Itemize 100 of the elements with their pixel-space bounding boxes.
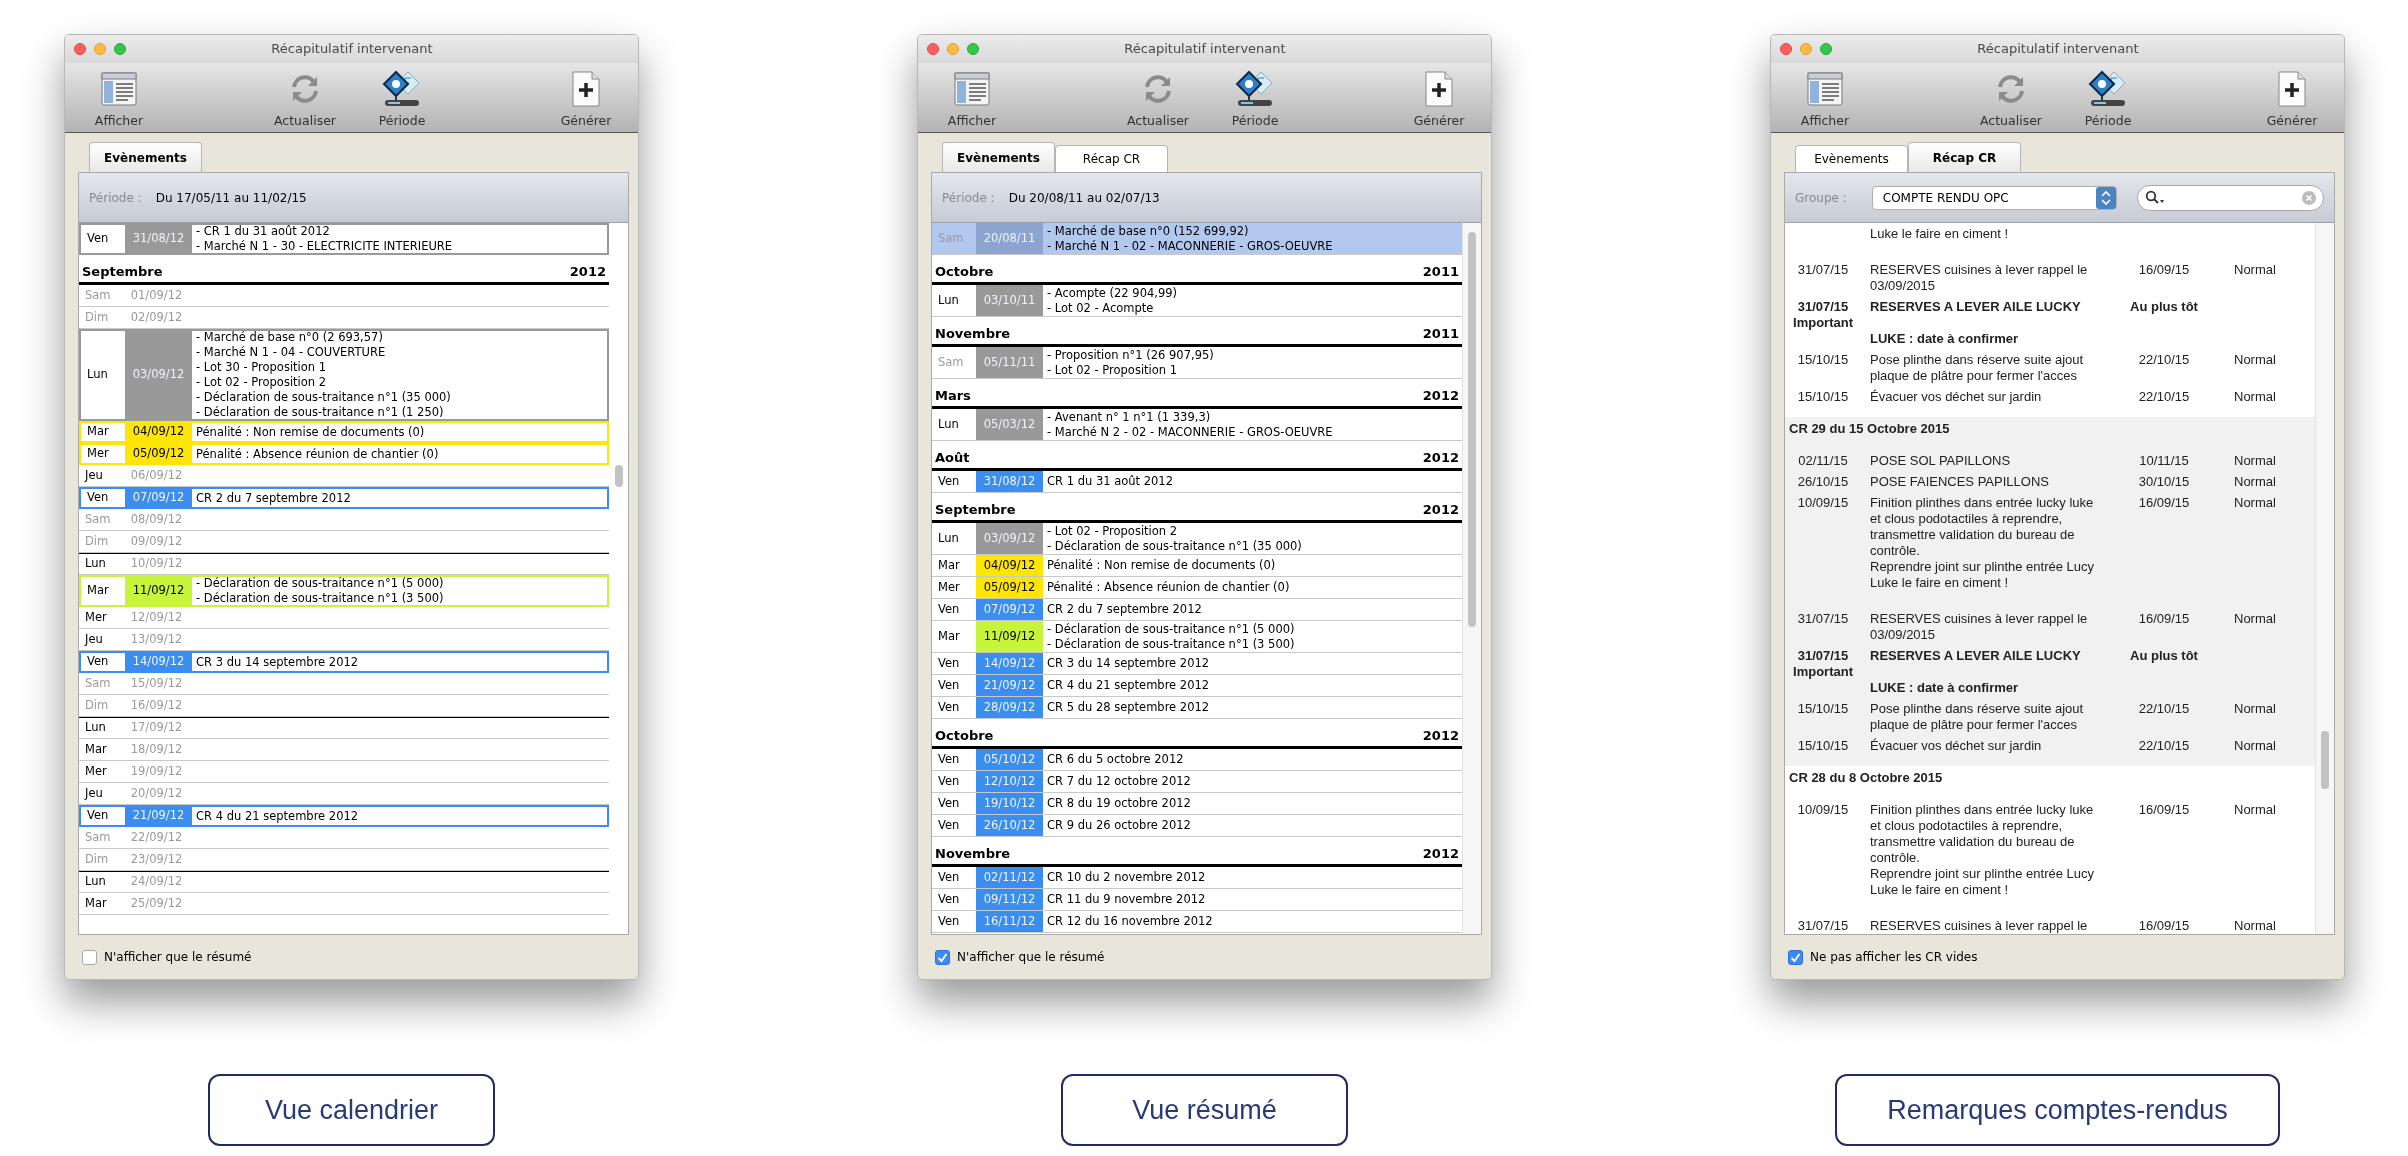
day-row[interactable]: Mar 04/09/12 Pénalité : Non remise de documents (0) — [79, 421, 609, 443]
day-row[interactable]: Ven 14/09/12 CR 3 du 14 septembre 2012 — [79, 651, 609, 673]
group-select[interactable]: COMPTE RENDU OPC — [1871, 185, 2117, 210]
day-row[interactable]: Lun 10/09/12 — [79, 553, 609, 575]
day-row[interactable]: Sam 05/11/11 - Proposition n°1 (26 907,95) - Lot 02 - Proposition 1 — [932, 347, 1462, 379]
day-row[interactable]: Mer 05/09/12 Pénalité : Absence réunion de chantier (0) — [79, 443, 609, 465]
checkbox[interactable] — [1788, 949, 1803, 965]
remark-date: 31/07/15 — [1797, 917, 1849, 934]
day-row[interactable]: Ven 16/11/12 CR 12 du 16 novembre 2012 — [932, 911, 1462, 933]
close-button[interactable] — [1780, 43, 1792, 55]
day-row[interactable]: Lun 24/09/12 — [79, 871, 609, 893]
weekday-label: Ven — [937, 654, 961, 672]
month-heading: Octobre — [935, 262, 994, 281]
toolbar-button[interactable]: Générer — [2252, 63, 2332, 132]
toolbar-button[interactable]: Actualiser — [1971, 63, 2051, 132]
toolbar-button[interactable]: Période — [1215, 63, 1295, 132]
tab[interactable]: Evènements — [942, 142, 1055, 172]
zoom-button[interactable] — [114, 43, 126, 55]
diamond-slider-icon — [1235, 70, 1275, 108]
toolbar-button[interactable]: Actualiser — [265, 63, 345, 132]
date-cell: 11/09/12 — [976, 621, 1043, 652]
date-cell-text: 24/09/12 — [129, 873, 184, 891]
day-row[interactable]: Ven 26/10/12 CR 9 du 26 octobre 2012 — [932, 815, 1462, 837]
day-row[interactable]: Lun 03/10/11 - Acompte (22 904,99) - Lot 02 - Acompte — [932, 285, 1462, 317]
day-row[interactable]: Ven 31/08/12 CR 1 du 31 août 2012 — [932, 471, 1462, 493]
day-row[interactable]: Mar 11/09/12 - Déclaration de sous-traitance n°1 (5 000) - Déclaration de sous-traitance n°1 (3 500) — [932, 621, 1462, 653]
zoom-button[interactable] — [1820, 43, 1832, 55]
year-heading: 2012 — [569, 262, 606, 281]
day-row[interactable]: Ven 12/10/12 CR 7 du 12 octobre 2012 — [932, 771, 1462, 793]
date-cell: 05/10/12 — [976, 749, 1043, 770]
weekday-label: Sam — [84, 510, 112, 528]
year-heading: 2012 — [1422, 448, 1459, 467]
remark-text: Pose plinthe dans réserve suite ajout plaque de plâtre pour fermer l'acces — [1870, 700, 2085, 733]
view-caption: Vue résumé — [1061, 1074, 1348, 1146]
toolbar-button[interactable]: Période — [362, 63, 442, 132]
minimize-button[interactable] — [947, 43, 959, 55]
toolbar-button[interactable]: Actualiser — [1118, 63, 1198, 132]
day-row[interactable]: Sam 20/08/11 - Marché de base n°0 (152 699,92) - Marché N 1 - 02 - MACONNERIE - GROS-OEUVRE — [932, 223, 1462, 255]
day-row[interactable]: Mar 04/09/12 Pénalité : Non remise de documents (0) — [932, 555, 1462, 577]
toolbar-button[interactable]: Afficher — [932, 63, 1012, 132]
scrollbar-thumb[interactable] — [1468, 232, 1476, 627]
close-button[interactable] — [74, 43, 86, 55]
toolbar-button[interactable]: Générer — [1399, 63, 1479, 132]
remark-date: 26/10/15 — [1797, 473, 1849, 490]
weekday-label: Mar — [86, 582, 110, 600]
stepper-icon — [2096, 186, 2116, 209]
day-row[interactable]: Ven 28/09/12 CR 5 du 28 septembre 2012 — [932, 697, 1462, 719]
date-cell: 02/11/12 — [976, 867, 1043, 888]
checkbox[interactable] — [935, 949, 950, 965]
day-row[interactable]: Ven 02/11/12 CR 10 du 2 novembre 2012 — [932, 867, 1462, 889]
day-row[interactable]: Mar 11/09/12 - Déclaration de sous-traitance n°1 (5 000) - Déclaration de sous-traitance n°1 (3 500) — [79, 575, 609, 607]
scrollbar-thumb[interactable] — [614, 465, 623, 487]
weekday-label: Lun — [937, 529, 960, 547]
scrollbar-thumb[interactable] — [2321, 731, 2329, 789]
day-row[interactable]: Ven 31/08/12 - CR 1 du 31 août 2012 - Marché N 1 - 30 - ELECTRICITE INTERIEURE — [79, 223, 609, 255]
day-row[interactable]: Lun 17/09/12 — [79, 717, 609, 739]
day-row[interactable]: Mer 05/09/12 Pénalité : Absence réunion de chantier (0) — [932, 577, 1462, 599]
date-cell-text: 23/09/12 — [129, 850, 184, 868]
view-caption: Remarques comptes-rendus — [1835, 1074, 2280, 1146]
search-field[interactable] — [2137, 184, 2324, 211]
day-row[interactable]: Ven 19/10/12 CR 8 du 19 octobre 2012 — [932, 793, 1462, 815]
minimize-button[interactable] — [1800, 43, 1812, 55]
clear-icon[interactable] — [2302, 190, 2316, 205]
due-date: Au plus tôt — [2130, 298, 2198, 316]
date-cell-text: 12/09/12 — [129, 608, 184, 626]
date-cell-text: 18/09/12 — [129, 740, 184, 758]
event-text: - Marché de base n°0 (2 693,57) - Marché N 1 - 04 - COUVERTURE - Lot 30 - Proposition 1 - Lot 02 - Proposition 2 - Déclaration de sous-traitance n°1 (35 000) - Déclaration de sous-traitance n°1 (1 250) — [195, 331, 451, 419]
zoom-button[interactable] — [967, 43, 979, 55]
month-heading: Octobre — [935, 726, 994, 745]
event-text: CR 6 du 5 octobre 2012 — [1046, 751, 1184, 768]
day-row[interactable]: Ven 21/09/12 CR 4 du 21 septembre 2012 — [79, 805, 609, 827]
weekday-label: Mar — [84, 740, 108, 758]
day-row[interactable]: Ven 07/09/12 CR 2 du 7 septembre 2012 — [79, 487, 609, 509]
tab[interactable]: Récap CR — [1055, 145, 1168, 172]
tab[interactable]: Récap CR — [1908, 142, 2021, 172]
day-row[interactable] — [79, 329, 609, 421]
day-row[interactable]: Ven 21/09/12 CR 4 du 21 septembre 2012 — [932, 675, 1462, 697]
toolbar-button[interactable]: Afficher — [1785, 63, 1865, 132]
day-row[interactable]: Ven 07/09/12 CR 2 du 7 septembre 2012 — [932, 599, 1462, 621]
toolbar-button[interactable]: Générer — [546, 63, 626, 132]
date-cell-text: 16/09/12 — [129, 696, 184, 714]
minimize-button[interactable] — [94, 43, 106, 55]
day-row[interactable]: Ven 05/10/12 CR 6 du 5 octobre 2012 — [932, 749, 1462, 771]
date-cell: 31/08/12 — [976, 471, 1043, 492]
year-heading: 2011 — [1422, 262, 1459, 281]
day-row[interactable]: Lun 05/03/12 - Avenant n° 1 n°1 (1 339,3) - Marché N 2 - 02 - MACONNERIE - GROS-OEUVRE — [932, 409, 1462, 441]
weekday-label: Ven — [937, 676, 961, 694]
date-cell-text: 08/09/12 — [129, 510, 184, 528]
weekday-label: Ven — [937, 472, 961, 490]
day-row[interactable]: Lun 03/09/12 - Lot 02 - Proposition 2 - Déclaration de sous-traitance n°1 (35 000) — [932, 523, 1462, 555]
tab[interactable]: Evènements — [1795, 145, 1908, 172]
day-row[interactable]: Ven 09/11/12 CR 11 du 9 novembre 2012 — [932, 889, 1462, 911]
checkbox[interactable] — [82, 949, 97, 965]
toolbar-button[interactable]: Afficher — [79, 63, 159, 132]
close-button[interactable] — [927, 43, 939, 55]
day-row[interactable]: Ven 14/09/12 CR 3 du 14 septembre 2012 — [932, 653, 1462, 675]
toolbar-button[interactable]: Période — [2068, 63, 2148, 132]
weekday-label: Mer — [84, 762, 108, 780]
date-cell-text: 02/09/12 — [129, 308, 184, 326]
tab[interactable]: Evènements — [89, 142, 202, 172]
